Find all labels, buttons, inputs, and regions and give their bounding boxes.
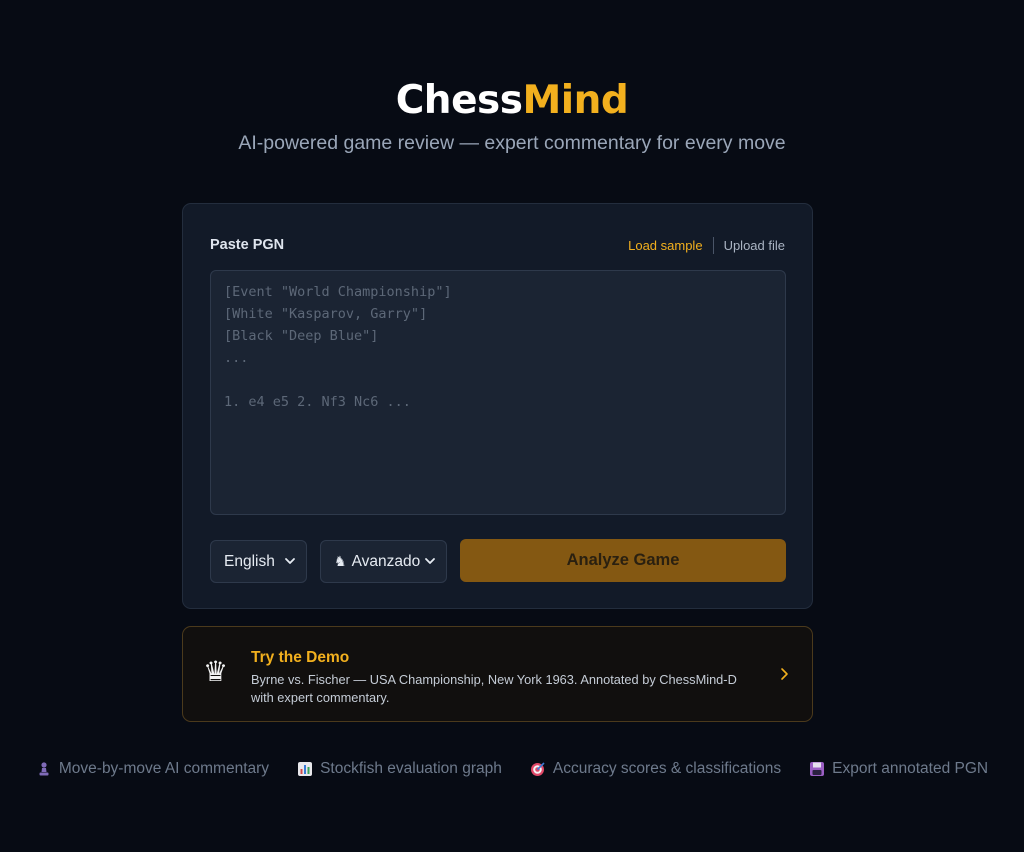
feature-label: Export annotated PGN [832, 760, 989, 777]
feature-label: Move-by-move AI commentary [58, 760, 270, 777]
load-sample-link[interactable]: Load sample [628, 238, 702, 253]
chevron-down-icon [285, 558, 295, 564]
feature-label: Stockfish evaluation graph [320, 760, 502, 777]
pgn-form-card: Paste PGN Load sample Upload file Englis… [182, 203, 813, 609]
floppy-disk-icon [810, 762, 825, 776]
feature-list: Move-by-move AI commentary Stockfish eva… [0, 760, 1024, 778]
upload-file-link[interactable]: Upload file [724, 238, 785, 253]
page: ChessMind AI-powered game review — exper… [0, 0, 1024, 852]
feature-item: Stockfish evaluation graph [297, 760, 502, 778]
pawn-icon [39, 762, 49, 776]
chevron-right-icon [781, 668, 788, 680]
level-select[interactable]: ♞ Avanzado [320, 540, 447, 583]
pgn-actions: Load sample Upload file [628, 237, 785, 254]
feature-item: Accuracy scores & classifications [530, 760, 781, 778]
pgn-label: Paste PGN [210, 237, 285, 253]
queen-icon: ♛ [203, 656, 229, 687]
app-logo-title: ChessMind [0, 78, 1024, 123]
language-select-value: English [224, 552, 275, 570]
demo-title: Try the Demo [251, 649, 350, 666]
demo-description: Byrne vs. Fischer — USA Championship, Ne… [251, 672, 737, 705]
feature-item: Move-by-move AI commentary [36, 760, 269, 778]
brand-part-chess: Chess [395, 78, 523, 123]
tagline: AI-powered game review — expert commenta… [238, 132, 786, 154]
feature-label: Accuracy scores & classifications [552, 760, 782, 777]
target-icon [530, 762, 545, 776]
pgn-textarea[interactable] [210, 270, 786, 515]
knight-icon: ♞ [334, 553, 347, 569]
language-select[interactable]: English [210, 540, 307, 583]
chevron-down-icon [425, 558, 435, 564]
brand-part-mind: Mind [522, 78, 629, 123]
divider [712, 237, 714, 254]
level-select-value: Avanzado [351, 552, 421, 570]
feature-item: Export annotated PGN [809, 760, 988, 778]
try-demo-card[interactable]: ♛ Try the Demo Byrne vs. Fischer — USA C… [182, 626, 813, 722]
bar-chart-icon [298, 762, 313, 776]
analyze-game-button[interactable]: Analyze Game [460, 539, 786, 582]
